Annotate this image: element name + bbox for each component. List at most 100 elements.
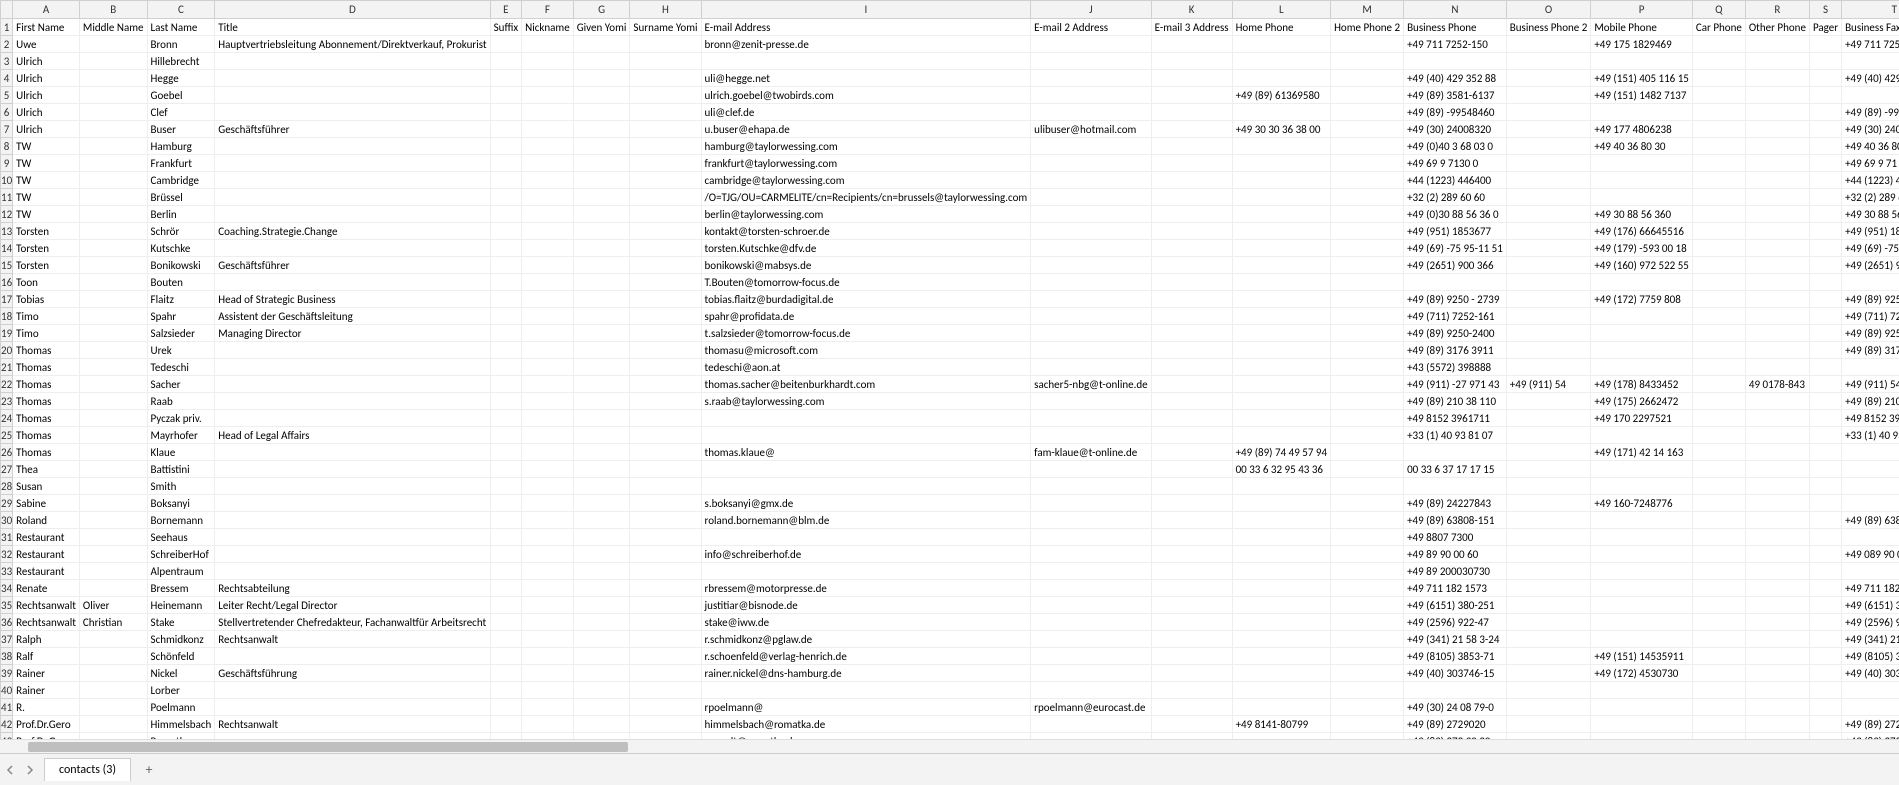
data-cell[interactable] xyxy=(1692,308,1745,325)
data-cell[interactable] xyxy=(1331,53,1404,70)
data-cell[interactable] xyxy=(1745,393,1809,410)
data-cell[interactable] xyxy=(215,529,490,546)
data-cell[interactable] xyxy=(630,444,701,461)
data-cell[interactable] xyxy=(573,682,630,699)
data-cell[interactable] xyxy=(1404,274,1507,291)
data-cell[interactable]: frankfurt@taylorwessing.com xyxy=(701,155,1031,172)
data-cell[interactable] xyxy=(1232,257,1331,274)
data-cell[interactable] xyxy=(630,563,701,580)
data-cell[interactable] xyxy=(630,614,701,631)
data-cell[interactable]: berlin@taylorwessing.com xyxy=(701,206,1031,223)
data-cell[interactable]: Ulrich xyxy=(13,53,80,70)
data-cell[interactable] xyxy=(701,427,1031,444)
data-cell[interactable]: +49 (89) 27290250 xyxy=(1842,716,1899,733)
data-cell[interactable] xyxy=(1151,240,1232,257)
data-cell[interactable] xyxy=(1692,410,1745,427)
data-cell[interactable] xyxy=(1331,529,1404,546)
data-cell[interactable] xyxy=(1331,359,1404,376)
data-cell[interactable] xyxy=(1809,478,1841,495)
header-cell[interactable]: Nickname xyxy=(522,19,574,36)
data-cell[interactable]: +49 (89) 2729020 xyxy=(1404,716,1507,733)
data-cell[interactable]: +49 (0)30 88 56 36 0 xyxy=(1404,206,1507,223)
data-cell[interactable] xyxy=(1809,70,1841,87)
row-header[interactable]: 25 xyxy=(1,427,13,444)
column-header[interactable]: P xyxy=(1591,1,1693,19)
column-header[interactable]: M xyxy=(1331,1,1404,19)
data-cell[interactable] xyxy=(215,155,490,172)
data-cell[interactable] xyxy=(573,342,630,359)
row-header[interactable]: 10 xyxy=(1,172,13,189)
data-cell[interactable] xyxy=(1031,410,1151,427)
data-cell[interactable]: +49 (8105) 3853-11 xyxy=(1842,648,1899,665)
data-cell[interactable] xyxy=(1232,614,1331,631)
data-cell[interactable] xyxy=(1809,444,1841,461)
data-cell[interactable] xyxy=(490,274,521,291)
data-cell[interactable]: Rechtsanwalt xyxy=(13,597,80,614)
data-cell[interactable] xyxy=(79,70,147,87)
header-cell[interactable]: Given Yomi xyxy=(573,19,630,36)
data-cell[interactable]: +49 69 9 71 30 100 xyxy=(1842,155,1899,172)
data-cell[interactable]: Torsten xyxy=(13,257,80,274)
data-cell[interactable] xyxy=(79,546,147,563)
data-cell[interactable] xyxy=(1331,614,1404,631)
data-cell[interactable] xyxy=(1842,444,1899,461)
data-cell[interactable] xyxy=(215,87,490,104)
data-cell[interactable] xyxy=(79,444,147,461)
data-cell[interactable]: +49 69 9 7130 0 xyxy=(1404,155,1507,172)
data-cell[interactable]: Ralph xyxy=(13,631,80,648)
data-cell[interactable]: +49 30 88 56 3646 xyxy=(1842,206,1899,223)
data-cell[interactable] xyxy=(1151,206,1232,223)
data-cell[interactable] xyxy=(1151,563,1232,580)
data-cell[interactable] xyxy=(1591,478,1693,495)
data-cell[interactable]: SchreiberHof xyxy=(147,546,215,563)
data-cell[interactable]: +33 (1) 40 93 81 07 xyxy=(1404,427,1507,444)
data-cell[interactable]: +49 (69) -75 95-11 51 xyxy=(1404,240,1507,257)
data-cell[interactable]: +49 (6151) 380-251 xyxy=(1404,597,1507,614)
data-cell[interactable]: +49 (0)40 3 68 03 0 xyxy=(1404,138,1507,155)
data-cell[interactable]: Buser xyxy=(147,121,215,138)
row-header[interactable]: 35 xyxy=(1,597,13,614)
column-header[interactable]: B xyxy=(79,1,147,19)
data-cell[interactable] xyxy=(573,155,630,172)
data-cell[interactable] xyxy=(573,206,630,223)
data-cell[interactable] xyxy=(215,70,490,87)
data-cell[interactable] xyxy=(522,699,574,716)
data-cell[interactable] xyxy=(1591,563,1693,580)
data-cell[interactable]: 00 33 6 32 95 43 36 xyxy=(1232,461,1331,478)
data-cell[interactable] xyxy=(1404,444,1507,461)
data-cell[interactable] xyxy=(1031,70,1151,87)
data-cell[interactable] xyxy=(630,291,701,308)
data-cell[interactable] xyxy=(1692,359,1745,376)
data-cell[interactable] xyxy=(1506,716,1591,733)
data-cell[interactable] xyxy=(1031,308,1151,325)
data-cell[interactable]: Tobias xyxy=(13,291,80,308)
data-cell[interactable] xyxy=(1745,240,1809,257)
data-cell[interactable]: Roland xyxy=(13,512,80,529)
row-header[interactable]: 34 xyxy=(1,580,13,597)
row-header[interactable]: 39 xyxy=(1,665,13,682)
data-cell[interactable]: +49 (89) 3581-6137 xyxy=(1404,87,1507,104)
header-cell[interactable]: E-mail 3 Address xyxy=(1151,19,1232,36)
data-cell[interactable] xyxy=(1692,70,1745,87)
row-header[interactable]: 7 xyxy=(1,121,13,138)
header-cell[interactable]: Home Phone xyxy=(1232,19,1331,36)
data-cell[interactable] xyxy=(1591,325,1693,342)
data-cell[interactable] xyxy=(522,240,574,257)
row-header[interactable]: 18 xyxy=(1,308,13,325)
data-cell[interactable] xyxy=(1506,274,1591,291)
data-cell[interactable] xyxy=(630,70,701,87)
data-cell[interactable] xyxy=(1591,614,1693,631)
data-cell[interactable]: +49 (89) 9250-2490 xyxy=(1842,325,1899,342)
data-cell[interactable] xyxy=(79,427,147,444)
row-header[interactable]: 31 xyxy=(1,529,13,546)
row-header[interactable]: 9 xyxy=(1,155,13,172)
data-cell[interactable]: +49 (89) 63808-180 xyxy=(1842,512,1899,529)
data-cell[interactable] xyxy=(1506,87,1591,104)
row-header[interactable]: 41 xyxy=(1,699,13,716)
data-cell[interactable]: spahr@profidata.de xyxy=(701,308,1031,325)
data-cell[interactable] xyxy=(630,597,701,614)
spreadsheet-grid[interactable]: ABCDEFGHIJKLMNOPQRSTUVWXYZAAABAC1First N… xyxy=(0,0,1899,753)
data-cell[interactable]: TW xyxy=(13,189,80,206)
data-cell[interactable]: Managing Director xyxy=(215,325,490,342)
row-header[interactable]: 16 xyxy=(1,274,13,291)
